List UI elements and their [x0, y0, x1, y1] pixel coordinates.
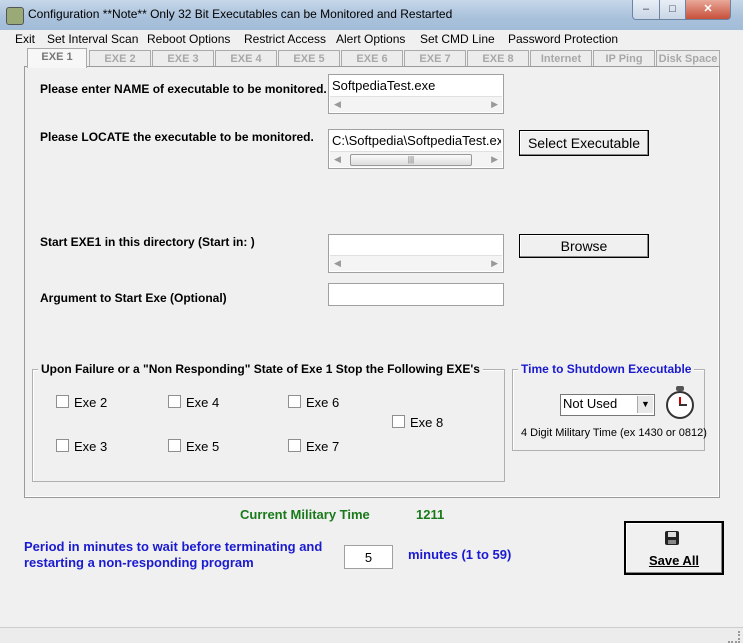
checkbox-label: Exe 4: [186, 395, 220, 410]
tab-exe-1[interactable]: EXE 1: [27, 48, 87, 68]
exe-path-input[interactable]: C:\Softpedia\SoftpediaTest.exe ◀ ||| ▶: [328, 129, 504, 169]
checkbox-exe-5[interactable]: Exe 5: [168, 439, 219, 454]
scroll-thumb[interactable]: |||: [350, 154, 472, 166]
shutdown-time-value: Not Used: [563, 396, 618, 411]
checkbox-label: Exe 3: [74, 439, 108, 454]
period-units-label: minutes (1 to 59): [408, 547, 512, 562]
checkbox-label: Exe 6: [306, 395, 340, 410]
period-label-line1: Period in minutes to wait before termina…: [24, 539, 323, 554]
chevron-down-icon[interactable]: ▼: [637, 396, 653, 413]
checkbox-box[interactable]: [168, 439, 181, 452]
scroll-left-icon[interactable]: ◀: [334, 152, 341, 167]
browse-button[interactable]: Browse: [519, 234, 649, 258]
checkbox-box[interactable]: [288, 439, 301, 452]
period-minutes-value: 5: [364, 550, 373, 565]
military-time-hint: 4 Digit Military Time (ex 1430 or 0812): [521, 427, 707, 439]
window-title: Configuration **Note** Only 32 Bit Execu…: [28, 7, 453, 21]
tab-exe-8[interactable]: EXE 8: [467, 50, 529, 67]
save-all-button[interactable]: Save All: [624, 521, 724, 575]
floppy-disk-icon: [665, 531, 679, 545]
checkbox-box[interactable]: [288, 395, 301, 408]
checkbox-box[interactable]: [56, 439, 69, 452]
current-time-value: 1211: [416, 507, 445, 522]
name-label: Please enter NAME of executable to be mo…: [40, 82, 327, 96]
argument-label: Argument to Start Exe (Optional): [40, 291, 227, 305]
checkbox-box[interactable]: [56, 395, 69, 408]
tab-exe-5[interactable]: EXE 5: [278, 50, 340, 67]
exe-path-scrollbar[interactable]: ◀ ||| ▶: [330, 151, 502, 167]
scroll-right-icon[interactable]: ▶: [491, 152, 498, 167]
checkbox-exe-6[interactable]: Exe 6: [288, 395, 339, 410]
tab-exe-3[interactable]: EXE 3: [152, 50, 214, 67]
checkbox-label: Exe 2: [74, 395, 108, 410]
stopwatch-icon: [666, 386, 694, 419]
checkbox-exe-8[interactable]: Exe 8: [392, 415, 443, 430]
tab-disk-space[interactable]: Disk Space: [656, 50, 720, 67]
close-button[interactable]: ✕: [685, 0, 731, 20]
checkbox-box[interactable]: [168, 395, 181, 408]
menu-reboot-options[interactable]: Reboot Options: [147, 32, 230, 46]
exe-name-scrollbar[interactable]: ◀ ▶: [330, 96, 502, 112]
status-bar: [0, 627, 743, 643]
menu-alert-options[interactable]: Alert Options: [336, 32, 405, 46]
period-label-line2: restarting a non-responding program: [24, 555, 254, 570]
save-all-label: Save All: [648, 553, 700, 568]
start-in-scrollbar[interactable]: ◀ ▶: [330, 255, 502, 271]
argument-input[interactable]: [328, 283, 504, 306]
period-minutes-input[interactable]: 5: [344, 545, 393, 569]
app-icon: [6, 7, 24, 25]
select-executable-button[interactable]: Select Executable: [519, 130, 649, 156]
checkbox-label: Exe 8: [410, 415, 444, 430]
checkbox-label: Exe 5: [186, 439, 220, 454]
failure-group-title: Upon Failure or a "Non Responding" State…: [38, 362, 483, 376]
resize-grip-icon[interactable]: [728, 631, 740, 643]
exe-path-value: C:\Softpedia\SoftpediaTest.exe: [332, 133, 501, 148]
menu-restrict-access[interactable]: Restrict Access: [244, 32, 326, 46]
configuration-window: Configuration **Note** Only 32 Bit Execu…: [0, 0, 743, 643]
scroll-right-icon[interactable]: ▶: [491, 97, 498, 112]
start-in-input[interactable]: ◀ ▶: [328, 234, 504, 273]
tab-ip-ping[interactable]: IP Ping: [593, 50, 655, 67]
tab-exe-4[interactable]: EXE 4: [215, 50, 277, 67]
tab-exe-7[interactable]: EXE 7: [404, 50, 466, 67]
scroll-left-icon[interactable]: ◀: [334, 256, 341, 271]
scroll-left-icon[interactable]: ◀: [334, 97, 341, 112]
checkbox-exe-2[interactable]: Exe 2: [56, 395, 107, 410]
exe-name-value: SoftpediaTest.exe: [332, 78, 436, 93]
checkbox-exe-7[interactable]: Exe 7: [288, 439, 339, 454]
minimize-button[interactable]: –: [632, 0, 660, 20]
shutdown-group-title: Time to Shutdown Executable: [518, 362, 695, 376]
tab-exe-6[interactable]: EXE 6: [341, 50, 403, 67]
start-in-label: Start EXE1 in this directory (Start in: …: [40, 235, 255, 249]
title-bar[interactable]: Configuration **Note** Only 32 Bit Execu…: [0, 0, 743, 30]
maximize-button[interactable]: □: [659, 0, 686, 20]
menu-bar: Exit Set Interval Scan Reboot Options Re…: [7, 30, 736, 48]
checkbox-exe-3[interactable]: Exe 3: [56, 439, 107, 454]
menu-set-interval-scan[interactable]: Set Interval Scan: [47, 32, 138, 46]
tab-internet[interactable]: Internet: [530, 50, 592, 67]
menu-set-cmd-line[interactable]: Set CMD Line: [420, 32, 495, 46]
menu-password-protection[interactable]: Password Protection: [508, 32, 618, 46]
shutdown-time-select[interactable]: Not Used ▼: [560, 394, 655, 416]
scroll-right-icon[interactable]: ▶: [491, 256, 498, 271]
exe-name-input[interactable]: SoftpediaTest.exe ◀ ▶: [328, 74, 504, 114]
checkbox-box[interactable]: [392, 415, 405, 428]
checkbox-label: Exe 7: [306, 439, 340, 454]
menu-exit[interactable]: Exit: [15, 32, 35, 46]
current-time-label: Current Military Time: [240, 507, 370, 522]
checkbox-exe-4[interactable]: Exe 4: [168, 395, 219, 410]
locate-label: Please LOCATE the executable to be monit…: [40, 130, 314, 144]
tab-exe-2[interactable]: EXE 2: [89, 50, 151, 67]
